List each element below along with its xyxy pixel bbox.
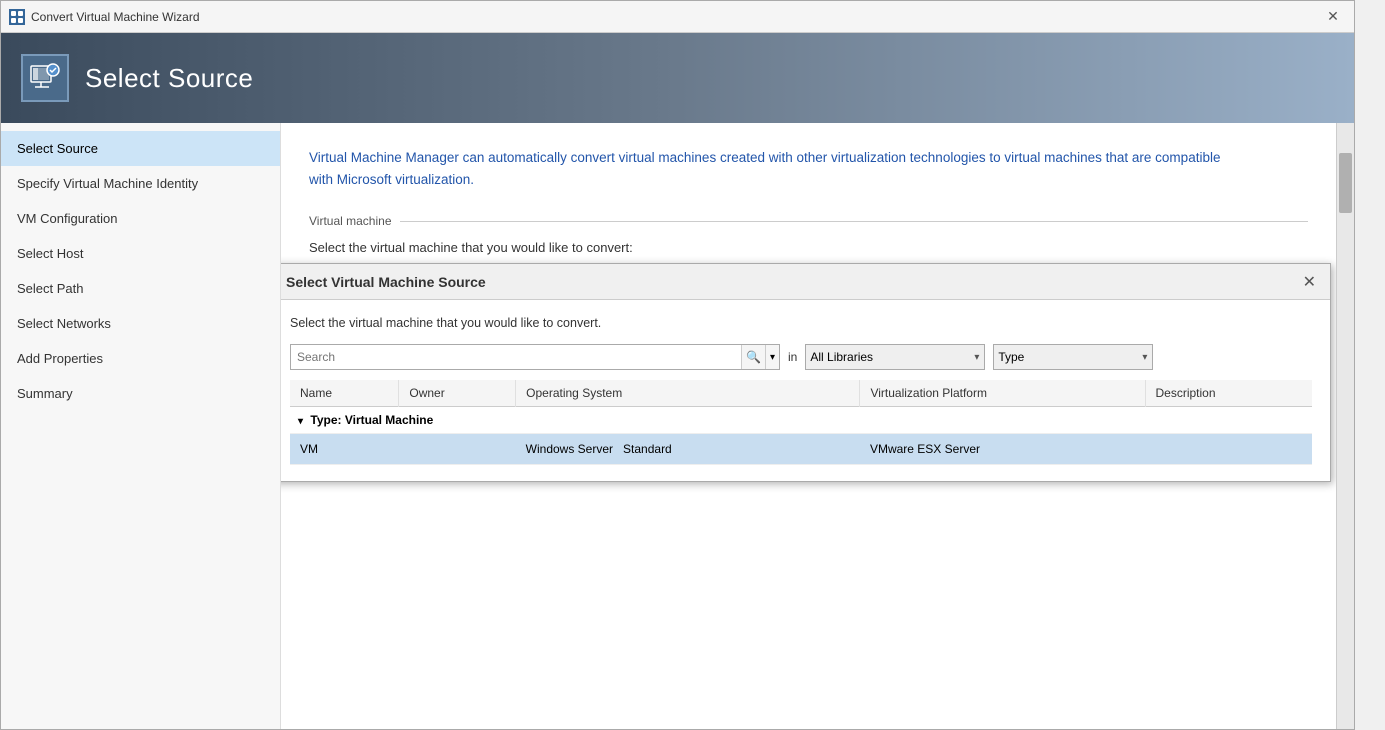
left-nav: Select Source Specify Virtual Machine Id… bbox=[1, 123, 281, 729]
section-label: Virtual machine bbox=[309, 214, 1308, 228]
cell-description bbox=[1145, 434, 1312, 465]
page-title: Select Source bbox=[85, 63, 253, 94]
dialog-titlebar: Select Virtual Machine Source ✕ bbox=[281, 264, 1330, 300]
in-label: in bbox=[788, 350, 797, 364]
table-row[interactable]: VM Windows Server Standard VMware ESX Se… bbox=[290, 434, 1312, 465]
col-description: Description bbox=[1145, 380, 1312, 407]
cell-name: VM bbox=[290, 434, 399, 465]
type-select[interactable]: Type bbox=[993, 344, 1153, 370]
nav-item-select-host[interactable]: Select Host bbox=[1, 236, 280, 271]
search-row: 🔍 ▾ in All Libraries ▾ bbox=[290, 344, 1312, 370]
main-area: Select Source Specify Virtual Machine Id… bbox=[1, 123, 1354, 729]
dialog-description: Select the virtual machine that you woul… bbox=[290, 316, 1312, 330]
cell-platform: VMware ESX Server bbox=[860, 434, 1145, 465]
col-platform: Virtualization Platform bbox=[860, 380, 1145, 407]
nav-item-select-source[interactable]: Select Source bbox=[1, 131, 280, 166]
window-title: Convert Virtual Machine Wizard bbox=[31, 10, 200, 24]
window-close-button[interactable]: ✕ bbox=[1320, 6, 1346, 28]
search-input-wrap: 🔍 ▾ bbox=[290, 344, 780, 370]
table-body: ▾ Type: Virtual Machine VM Windows Serve… bbox=[290, 407, 1312, 465]
library-select-wrap: All Libraries ▾ bbox=[805, 344, 985, 370]
dialog-close-button[interactable]: ✕ bbox=[1303, 272, 1316, 292]
col-owner: Owner bbox=[399, 380, 516, 407]
type-select-wrap: Type ▾ bbox=[993, 344, 1153, 370]
nav-item-add-properties[interactable]: Add Properties bbox=[1, 341, 280, 376]
search-dropdown-button[interactable]: ▾ bbox=[765, 345, 779, 369]
header-icon bbox=[21, 54, 69, 102]
main-window: Convert Virtual Machine Wizard ✕ Select … bbox=[0, 0, 1355, 730]
vm-table: Name Owner Operating System Virtualizati… bbox=[290, 380, 1312, 465]
table-group-row: ▾ Type: Virtual Machine bbox=[290, 407, 1312, 434]
library-select[interactable]: All Libraries bbox=[805, 344, 985, 370]
nav-item-vm-config[interactable]: VM Configuration bbox=[1, 201, 280, 236]
vm-select-label: Select the virtual machine that you woul… bbox=[309, 240, 1308, 255]
dialog-body: Select the virtual machine that you woul… bbox=[281, 300, 1330, 481]
cell-os: Windows Server Standard bbox=[516, 434, 860, 465]
search-icon-button[interactable]: 🔍 bbox=[741, 345, 765, 369]
group-label-cell: ▾ Type: Virtual Machine bbox=[290, 407, 1312, 434]
scrollbar[interactable] bbox=[1336, 123, 1354, 729]
search-icon: 🔍 bbox=[746, 350, 761, 364]
dialog-title: Select Virtual Machine Source bbox=[286, 274, 486, 290]
select-vm-dialog: Select Virtual Machine Source ✕ Select t… bbox=[281, 263, 1331, 482]
nav-item-select-path[interactable]: Select Path bbox=[1, 271, 280, 306]
nav-item-select-networks[interactable]: Select Networks bbox=[1, 306, 280, 341]
description-text: Virtual Machine Manager can automaticall… bbox=[309, 147, 1229, 190]
col-os: Operating System bbox=[516, 380, 860, 407]
titlebar: Convert Virtual Machine Wizard ✕ bbox=[1, 1, 1354, 33]
app-icon bbox=[9, 9, 25, 25]
group-expand-icon: ▾ bbox=[298, 416, 303, 427]
cell-owner bbox=[399, 434, 516, 465]
nav-item-specify-identity[interactable]: Specify Virtual Machine Identity bbox=[1, 166, 280, 201]
search-input[interactable] bbox=[291, 345, 741, 369]
nav-item-summary[interactable]: Summary bbox=[1, 376, 280, 411]
group-label: Type: Virtual Machine bbox=[310, 413, 433, 427]
header-banner: Select Source bbox=[1, 33, 1354, 123]
table-header: Name Owner Operating System Virtualizati… bbox=[290, 380, 1312, 407]
chevron-down-icon: ▾ bbox=[770, 352, 775, 363]
right-content: Virtual Machine Manager can automaticall… bbox=[281, 123, 1336, 729]
col-name: Name bbox=[290, 380, 399, 407]
titlebar-left: Convert Virtual Machine Wizard bbox=[9, 9, 200, 25]
scrollbar-thumb[interactable] bbox=[1339, 153, 1352, 213]
